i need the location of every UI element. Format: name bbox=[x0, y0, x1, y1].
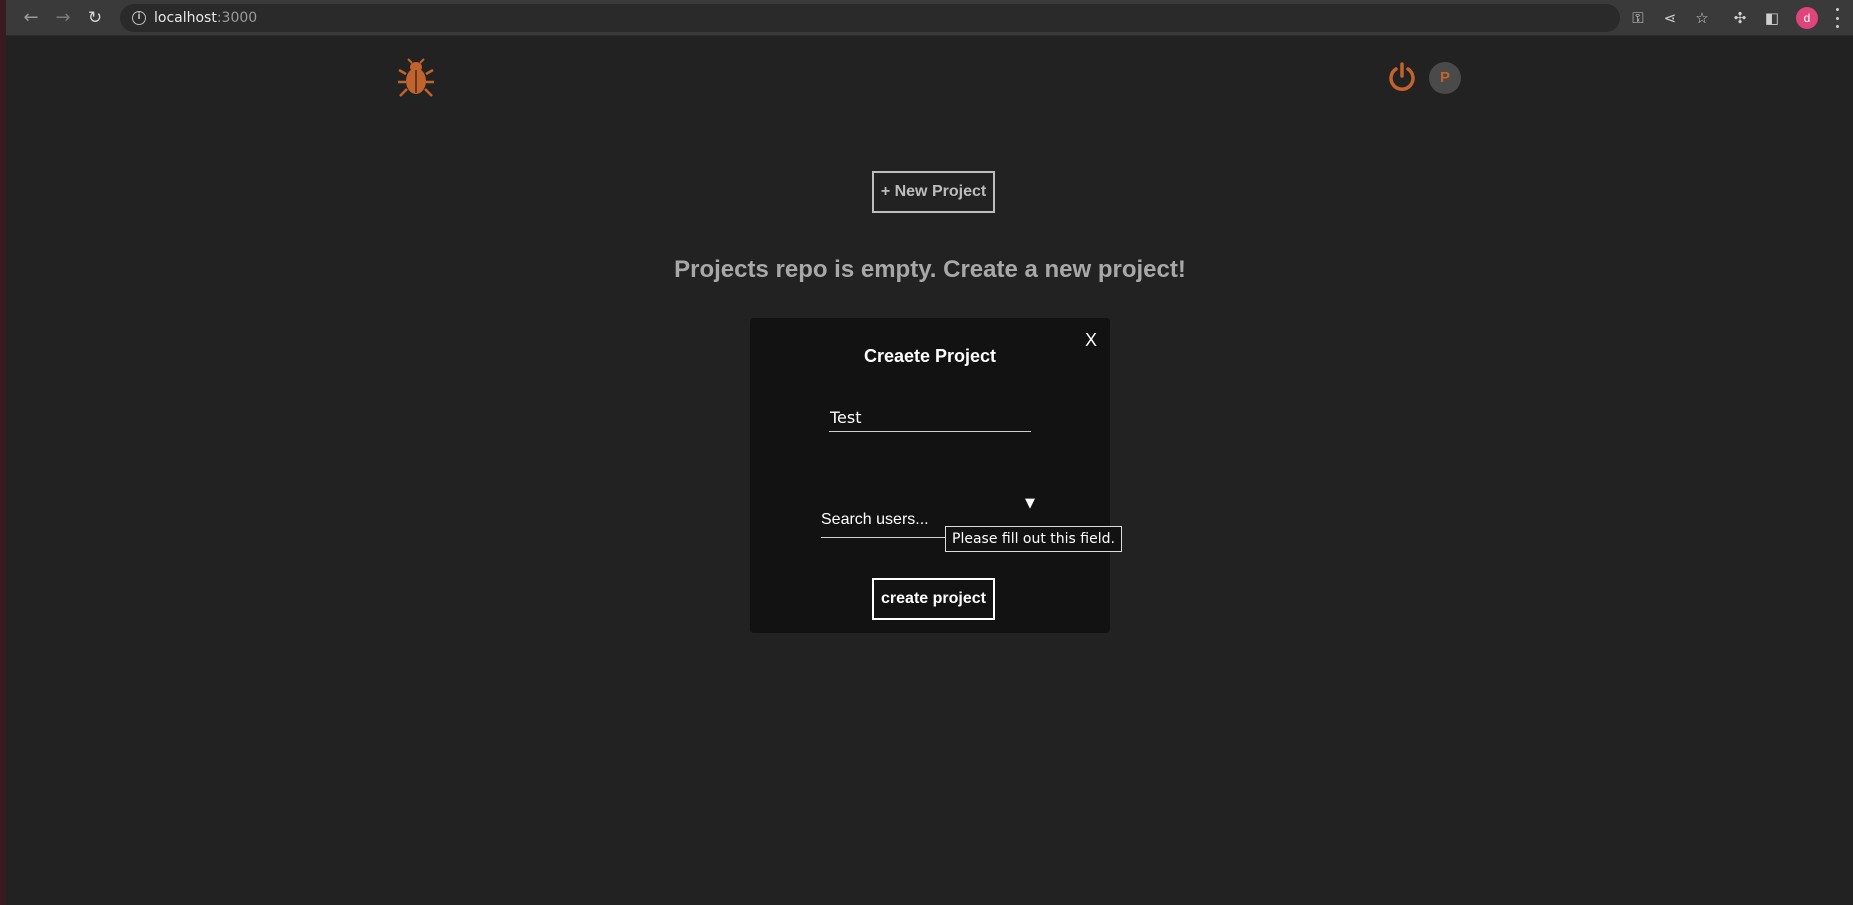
puzzle-icon[interactable]: ✣ bbox=[1729, 7, 1751, 29]
new-project-button[interactable]: + New Project bbox=[872, 171, 995, 213]
power-icon[interactable] bbox=[1386, 61, 1418, 93]
window-edge bbox=[0, 0, 6, 905]
validation-tooltip: Please fill out this field. bbox=[945, 526, 1122, 552]
url-text[interactable]: localhost:3000 bbox=[154, 10, 257, 26]
kebab-menu-icon[interactable] bbox=[1832, 8, 1842, 28]
forward-arrow-icon[interactable]: → bbox=[52, 7, 74, 29]
url-port: :3000 bbox=[216, 10, 258, 26]
create-project-modal: Creaete Project X ▼ Please fill out this… bbox=[750, 318, 1122, 633]
side-panel-icon[interactable]: ◧ bbox=[1761, 7, 1783, 29]
share-icon[interactable]: ⋖ bbox=[1659, 7, 1681, 29]
star-icon[interactable]: ☆ bbox=[1691, 7, 1713, 29]
empty-projects-message: Projects repo is empty. Create a new pro… bbox=[674, 256, 1186, 283]
url-host: localhost bbox=[154, 10, 217, 26]
browser-profile-avatar[interactable]: d bbox=[1796, 7, 1818, 29]
key-icon[interactable]: ⚿ bbox=[1627, 7, 1649, 29]
bug-icon[interactable] bbox=[398, 58, 434, 98]
reload-icon[interactable]: ↻ bbox=[84, 7, 106, 29]
create-project-button[interactable]: create project bbox=[872, 578, 995, 620]
user-avatar[interactable]: P bbox=[1429, 62, 1461, 94]
back-arrow-icon[interactable]: ← bbox=[20, 7, 42, 29]
info-icon[interactable]: i bbox=[132, 11, 146, 25]
close-modal-button[interactable]: X bbox=[1080, 328, 1102, 352]
address-bar[interactable]: i localhost:3000 bbox=[120, 4, 1620, 32]
browser-toolbar: ← → ↻ i localhost:3000 ⚿ ⋖ ☆ ✣ ◧ d bbox=[6, 0, 1853, 36]
chevron-down-icon[interactable]: ▼ bbox=[1025, 496, 1035, 511]
project-name-input[interactable] bbox=[829, 404, 1031, 432]
modal-title: Creaete Project bbox=[863, 346, 997, 366]
